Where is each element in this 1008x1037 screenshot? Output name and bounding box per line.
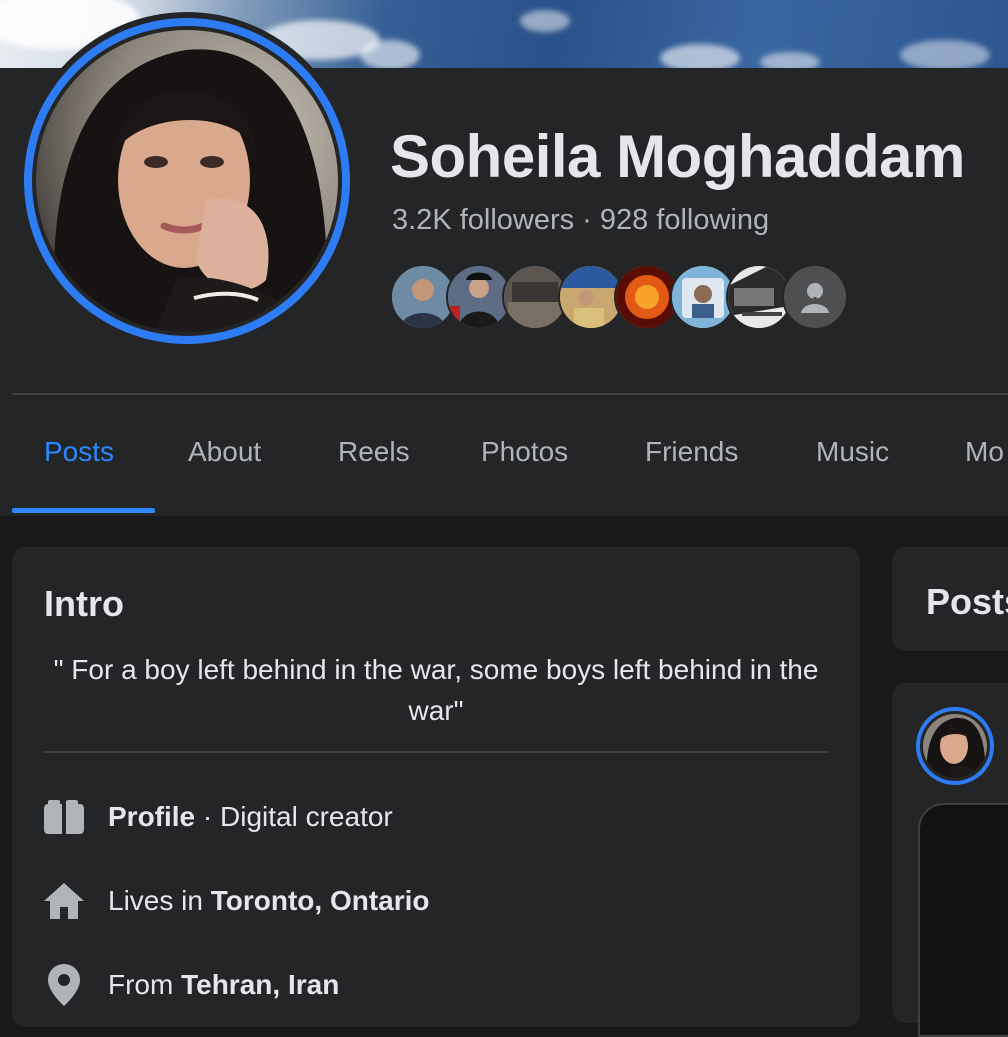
- intro-divider: [44, 751, 828, 753]
- more-dots-icon[interactable]: [782, 264, 848, 330]
- profile-name: Soheila Moghaddam: [390, 123, 965, 190]
- tab-about[interactable]: About: [188, 436, 261, 468]
- intro-item-lives-in: Lives in Toronto, Ontario: [42, 879, 430, 923]
- follow-stats: 3.2K followers · 928 following: [392, 204, 769, 237]
- profile-tabs: Posts About Reels Photos Friends Music M…: [12, 396, 1008, 514]
- post-author-avatar[interactable]: [916, 707, 994, 785]
- briefcase-icon: [42, 795, 86, 839]
- tab-music[interactable]: Music: [816, 436, 889, 468]
- intro-item-from-prefix: From: [108, 969, 182, 1000]
- stats-separator: ·: [582, 204, 592, 236]
- intro-bio: " For a boy left behind in the war, some…: [53, 654, 819, 726]
- profile-photo: [36, 30, 338, 332]
- intro-item-category-rest: · Digital creator: [195, 801, 393, 832]
- intro-card: Intro " For a boy left behind in the war…: [12, 547, 860, 1027]
- tab-reels[interactable]: Reels: [338, 436, 410, 468]
- intro-item-category: Profile · Digital creator: [42, 795, 393, 839]
- intro-title: Intro: [44, 583, 124, 624]
- post-author-photo: [923, 714, 987, 778]
- post-media[interactable]: [918, 803, 1008, 1037]
- posts-title: Posts: [926, 581, 1008, 622]
- intro-item-from-city[interactable]: Tehran, Iran: [181, 969, 339, 1000]
- tab-more[interactable]: Mo: [965, 436, 1004, 468]
- tab-friends[interactable]: Friends: [645, 436, 738, 468]
- intro-item-lives-prefix: Lives in: [108, 885, 211, 916]
- story-ring: [24, 18, 350, 344]
- posts-header-card: Posts: [892, 547, 1008, 651]
- header-divider: [12, 393, 1008, 395]
- post-card: [892, 683, 1008, 1037]
- tab-posts[interactable]: Posts: [44, 436, 114, 468]
- following-count[interactable]: 928 following: [600, 204, 769, 236]
- profile-picture[interactable]: [18, 12, 356, 350]
- location-pin-icon: [42, 963, 86, 1007]
- active-tab-indicator: [12, 508, 155, 513]
- intro-item-lives-city[interactable]: Toronto, Ontario: [211, 885, 430, 916]
- tab-photos[interactable]: Photos: [481, 436, 568, 468]
- intro-item-category-bold: Profile: [108, 801, 196, 832]
- friends-avatar-stack: [390, 264, 850, 330]
- followers-count[interactable]: 3.2K followers: [392, 204, 574, 236]
- intro-item-from: From Tehran, Iran: [42, 963, 339, 1007]
- profile-photo-image: [36, 30, 338, 332]
- home-icon: [42, 879, 86, 923]
